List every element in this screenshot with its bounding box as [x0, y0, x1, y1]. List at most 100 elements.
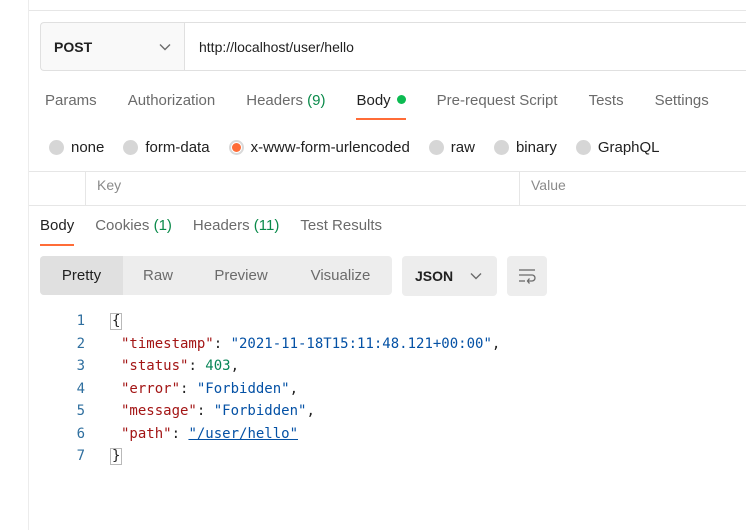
radio-x-www-form-urlencoded[interactable]: x-www-form-urlencoded [228, 136, 410, 158]
close-brace: } [110, 448, 123, 465]
params-table-header: Key Value [29, 171, 746, 206]
chevron-down-icon [470, 273, 482, 280]
tab-body[interactable]: Body [356, 90, 406, 122]
line-number: 6 [76, 425, 85, 442]
tab-cookies[interactable]: Cookies (1) [95, 216, 172, 246]
tab-label: Params [45, 92, 97, 109]
code-line: 3 "status": 403, [40, 355, 500, 378]
radio-circle-icon [49, 139, 64, 155]
radio-label: x-www-form-urlencoded [250, 138, 410, 156]
comma: , [230, 358, 240, 374]
tab-label: Body [356, 92, 391, 109]
view-pretty-button[interactable]: Pretty [40, 256, 123, 295]
tab-label: Settings [654, 92, 709, 109]
radio-checked-icon [228, 139, 244, 155]
body-type-options: none form-data x-www-form-urlencoded raw… [49, 136, 679, 158]
radio-graphql[interactable]: GraphQL [575, 136, 660, 158]
tab-headers[interactable]: Headers (9) [246, 90, 325, 122]
code-line: 5 "message": "Forbidden", [40, 400, 500, 423]
line-number: 1 [76, 313, 85, 329]
method-select[interactable]: POST [41, 23, 185, 70]
comma: , [306, 403, 315, 419]
tab-pre-request-script[interactable]: Pre-request Script [437, 90, 558, 122]
view-visualize-button[interactable]: Visualize [289, 256, 392, 295]
comma: , [289, 380, 299, 397]
radio-label: binary [515, 138, 557, 156]
chevron-down-icon [159, 44, 171, 51]
format-select[interactable]: JSON [402, 256, 497, 296]
line-number: 2 [76, 335, 85, 352]
tab-label: Test Results [300, 217, 383, 234]
tab-count: (9) [307, 92, 326, 109]
method-label: POST [54, 38, 93, 55]
response-tabs: Body Cookies (1) Headers (11) Test Resul… [40, 216, 403, 246]
radio-none[interactable]: none [49, 136, 104, 158]
tab-response-headers[interactable]: Headers (11) [193, 216, 279, 246]
radio-label: raw [450, 138, 475, 156]
tab-label: Cookies [95, 217, 150, 234]
radio-circle-icon [493, 139, 509, 155]
format-label: JSON [415, 268, 454, 284]
wrap-lines-button[interactable] [507, 256, 547, 296]
view-preview-button[interactable]: Preview [193, 256, 289, 295]
radio-form-data[interactable]: form-data [123, 136, 210, 158]
radio-label: GraphQL [597, 138, 660, 156]
radio-binary[interactable]: binary [493, 136, 557, 158]
url-text: http://localhost/user/hello [199, 38, 354, 55]
url-input[interactable]: http://localhost/user/hello [185, 23, 746, 70]
sidebar-strip [0, 0, 29, 530]
comma: , [491, 335, 501, 352]
tab-label: Tests [588, 92, 624, 109]
line-number: 4 [76, 380, 85, 397]
code-line: 1 { [40, 310, 500, 333]
code-line: 7 } [40, 445, 500, 468]
json-value: "Forbidden" [196, 380, 290, 397]
tab-test-results[interactable]: Test Results [300, 216, 382, 246]
divider [519, 172, 520, 206]
radio-label: none [71, 138, 105, 156]
column-header-value: Value [531, 177, 566, 193]
json-key: "message" [121, 403, 197, 419]
radio-circle-icon [123, 139, 139, 155]
tab-label: Headers [192, 217, 250, 234]
line-number: 7 [76, 448, 85, 464]
wrap-lines-icon [519, 269, 536, 284]
line-number: 3 [76, 358, 85, 374]
response-body-editor[interactable]: 1 { 2 "timestamp": "2021-11-18T15:11:48.… [40, 310, 500, 468]
json-key: "timestamp" [121, 335, 214, 352]
tab-authorization[interactable]: Authorization [128, 90, 216, 122]
column-header-key: Key [97, 177, 122, 193]
radio-label: form-data [145, 138, 210, 156]
path-link[interactable]: "/user/hello" [188, 426, 298, 442]
code-line: 6 "path": "/user/hello" [40, 423, 500, 446]
tab-label: Body [40, 217, 75, 234]
json-value: "2021-11-18T15:11:48.121+00:00" [230, 335, 492, 352]
tab-count: (11) [253, 217, 280, 234]
status-dot-icon [396, 95, 406, 104]
tab-params[interactable]: Params [45, 90, 97, 122]
line-number: 5 [76, 403, 85, 419]
json-key: "path" [121, 425, 172, 442]
tab-label: Pre-request Script [436, 92, 558, 109]
radio-raw[interactable]: raw [428, 136, 475, 158]
radio-circle-icon [428, 139, 444, 155]
request-url-bar: POST http://localhost/user/hello [40, 22, 746, 71]
tab-count: (1) [153, 217, 172, 234]
open-brace: { [110, 313, 123, 330]
json-key: "status" [121, 358, 189, 374]
divider [29, 10, 746, 11]
tab-label: Headers [246, 92, 303, 109]
view-mode-group: Pretty Raw Preview Visualize [40, 256, 392, 295]
tab-response-body[interactable]: Body [40, 216, 75, 246]
divider [85, 172, 86, 206]
json-key: "error" [121, 380, 181, 397]
tab-settings[interactable]: Settings [655, 90, 709, 122]
tab-label: Authorization [127, 92, 216, 109]
tab-tests[interactable]: Tests [589, 90, 624, 122]
view-raw-button[interactable]: Raw [123, 256, 193, 295]
json-value: 403 [205, 358, 231, 374]
code-line: 4 "error": "Forbidden", [40, 378, 500, 401]
code-line: 2 "timestamp": "2021-11-18T15:11:48.121+… [40, 333, 501, 356]
request-tabs: Params Authorization Headers (9) Body Pr… [45, 90, 740, 122]
json-value: "Forbidden" [213, 403, 307, 419]
